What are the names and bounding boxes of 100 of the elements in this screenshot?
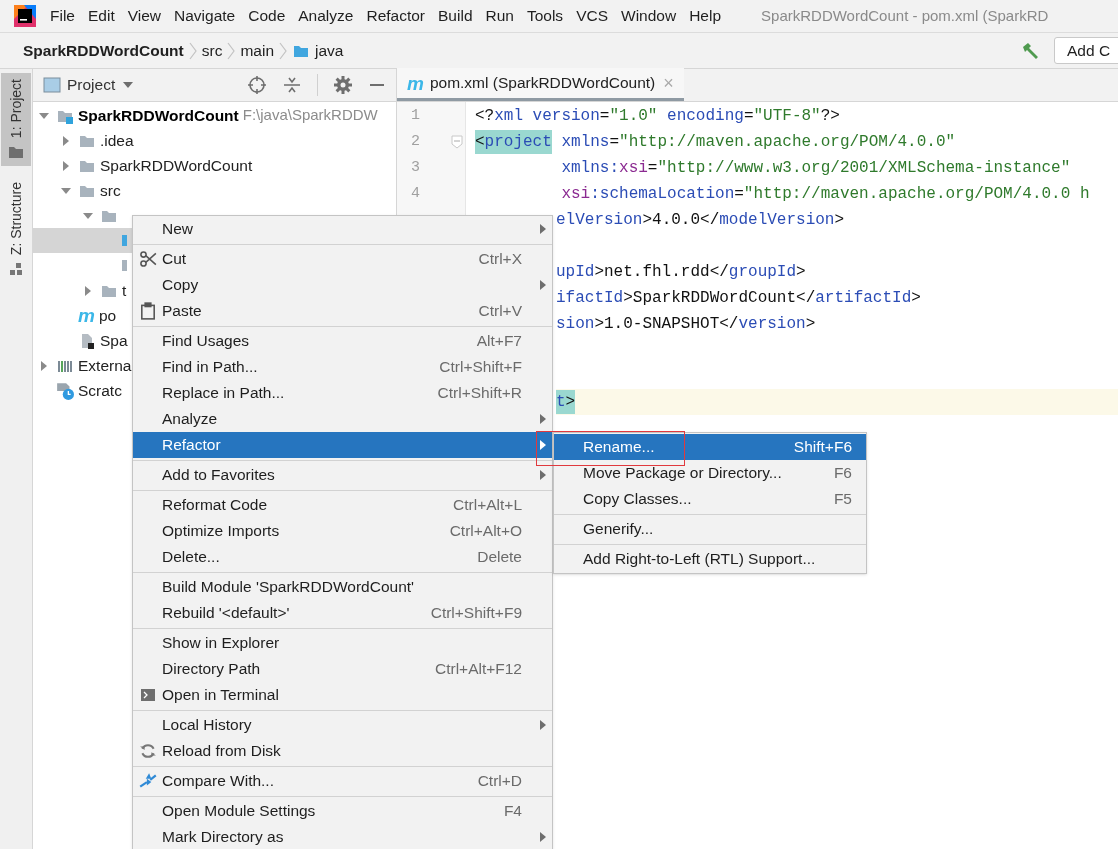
menu-item[interactable]: Generify...: [554, 516, 866, 542]
menu-bar-item[interactable]: Edit: [88, 4, 115, 28]
line-number: 3: [411, 157, 420, 178]
code-line: xsi:schemaLocation="http://maven.apache.org/POM/4.0.0 h: [560, 184, 1091, 205]
menu-bar-item[interactable]: Help: [689, 4, 722, 28]
shortcut-text: Ctrl+V: [478, 301, 523, 322]
menu-item[interactable]: Paste Ctrl+V: [133, 298, 552, 324]
shortcut-text: F6: [833, 463, 853, 484]
menu-item[interactable]: Rebuild '<default>' Ctrl+Shift+F9: [133, 600, 552, 626]
window-title: SparkRDDWordCount - pom.xml (SparkRD: [761, 5, 1049, 26]
shortcut-text: Ctrl+Alt+L: [453, 495, 523, 516]
menu-item[interactable]: Move Package or Directory... F6: [554, 460, 866, 486]
structure-icon: [8, 261, 24, 278]
menu-item[interactable]: Open in Terminal: [133, 682, 552, 708]
collapse-all-icon[interactable]: [283, 76, 301, 94]
menu-item[interactable]: Copy: [133, 272, 552, 298]
menu-bar-item[interactable]: Code: [248, 4, 286, 28]
menu-item[interactable]: Local History: [133, 712, 552, 738]
breadcrumb[interactable]: SparkRDDWordCount: [20, 38, 187, 63]
terminal-icon: [139, 687, 156, 703]
code-line: ifactId>SparkRDDWordCount</artifactId>: [556, 288, 922, 309]
shortcut-text: Ctrl+Alt+F12: [435, 659, 523, 680]
maven-icon: m: [407, 73, 424, 93]
menu-item[interactable]: Find Usages Alt+F7: [133, 328, 552, 354]
code-line: <project xmlns="http://maven.apache.org/POM/4.0.0": [466, 129, 1118, 155]
hammer-icon[interactable]: [1020, 40, 1040, 61]
tree-label[interactable]: t: [122, 278, 127, 303]
menu-bar-item[interactable]: Refactor: [366, 4, 426, 28]
menu-item[interactable]: Analyze: [133, 406, 552, 432]
menu-bar-item[interactable]: Build: [438, 4, 473, 28]
shortcut-text: F4: [503, 801, 523, 822]
shortcut-text: Ctrl+Shift+F9: [430, 603, 523, 624]
scissors-icon: [138, 250, 157, 268]
menu-bar-item[interactable]: Analyze: [298, 4, 354, 28]
menu-item[interactable]: Reload from Disk: [133, 738, 552, 764]
panel-title[interactable]: Project: [67, 73, 116, 97]
menu-item[interactable]: Replace in Path... Ctrl+Shift+R: [133, 380, 552, 406]
tree-label[interactable]: Scratc: [78, 378, 122, 403]
menu-bar-item[interactable]: Run: [485, 4, 514, 28]
menu-item[interactable]: Reformat Code Ctrl+Alt+L: [133, 492, 552, 518]
menu-item[interactable]: Directory Path Ctrl+Alt+F12: [133, 656, 552, 682]
menu-item[interactable]: Build Module 'SparkRDDWordCount': [133, 574, 552, 600]
breadcrumb[interactable]: main: [237, 38, 278, 63]
menu-item[interactable]: Show in Explorer: [133, 630, 552, 656]
menu-item[interactable]: Refactor: [133, 432, 552, 458]
code-line: xmlns:xsi="http://www.w3.org/2001/XMLSchema-instance": [560, 158, 1072, 179]
menu-bar-item[interactable]: Window: [621, 4, 677, 28]
run-configuration-button[interactable]: Add C: [1054, 37, 1118, 64]
breadcrumb[interactable]: src: [198, 38, 226, 63]
menu-item[interactable]: Delete... Delete: [133, 544, 552, 570]
tool-window-tab[interactable]: 1: Project: [1, 73, 31, 167]
shortcut-text: Ctrl+Shift+R: [437, 383, 523, 404]
app-logo: [14, 5, 36, 27]
code-line: sion>1.0-SNAPSHOT</version>: [556, 314, 817, 335]
shortcut-text: Ctrl+Shift+F: [439, 357, 523, 378]
panel-icon: [43, 77, 61, 93]
shortcut-text: Ctrl+D: [477, 771, 523, 792]
reload-icon: [138, 742, 157, 760]
menu-item[interactable]: Add to Favorites: [133, 462, 552, 488]
tool-window-tab[interactable]: Z: Structure: [1, 176, 31, 284]
menu-item[interactable]: Open Module Settings F4: [133, 798, 552, 824]
tree-label[interactable]: SparkRDDWordCount: [78, 103, 239, 128]
shortcut-text: F5: [833, 489, 853, 510]
shortcut-text: Delete: [477, 547, 523, 568]
maven-icon: m: [78, 306, 95, 325]
tree-label[interactable]: Externa: [78, 353, 132, 378]
menu-item[interactable]: Copy Classes... F5: [554, 486, 866, 512]
compare-arrows-icon: [137, 772, 158, 790]
shortcut-text: Ctrl+Alt+O: [449, 521, 523, 542]
tree-label[interactable]: po: [98, 303, 117, 328]
menu-bar-item[interactable]: View: [127, 4, 162, 28]
crosshair-icon[interactable]: [247, 75, 267, 95]
breadcrumb[interactable]: java: [289, 38, 347, 63]
tree-label[interactable]: Spa: [100, 328, 128, 353]
menu-item[interactable]: Find in Path... Ctrl+Shift+F: [133, 354, 552, 380]
menu-item[interactable]: Mark Directory as: [133, 824, 552, 849]
line-number: 4: [411, 183, 420, 204]
menu-item[interactable]: Cut Ctrl+X: [133, 246, 552, 272]
menu-bar-item[interactable]: File: [50, 4, 75, 28]
tree-label[interactable]: src: [100, 178, 121, 203]
clipboard-icon: [138, 302, 157, 320]
shortcut-text: Shift+F6: [793, 437, 853, 458]
shortcut-text: Alt+F7: [476, 331, 523, 352]
tree-label[interactable]: SparkRDDWordCount: [100, 153, 253, 178]
menu-bar-item[interactable]: Tools: [526, 4, 564, 28]
menu-item[interactable]: Optimize Imports Ctrl+Alt+O: [133, 518, 552, 544]
menu-bar-item[interactable]: VCS: [576, 4, 608, 28]
editor-tab[interactable]: m pom.xml (SparkRDDWordCount) ×: [397, 68, 684, 101]
code-line: <?xml version="1.0" encoding="UTF-8"?>: [474, 106, 841, 127]
menu-bar-item[interactable]: Navigate: [174, 4, 236, 28]
menu-item[interactable]: Compare With... Ctrl+D: [133, 768, 552, 794]
path-text: F:\java\SparkRDDW: [242, 105, 378, 126]
menu-item[interactable]: New: [133, 216, 552, 242]
menu-item[interactable]: Add Right-to-Left (RTL) Support...: [554, 546, 866, 572]
tree-label[interactable]: .idea: [100, 128, 134, 153]
line-number: 2: [411, 131, 420, 152]
settings-icon[interactable]: [334, 76, 352, 94]
shortcut-text: Ctrl+X: [478, 249, 523, 270]
code-line: elVersion>4.0.0</modelVersion>: [556, 210, 846, 231]
menu-item[interactable]: Rename... Shift+F6: [554, 434, 866, 460]
